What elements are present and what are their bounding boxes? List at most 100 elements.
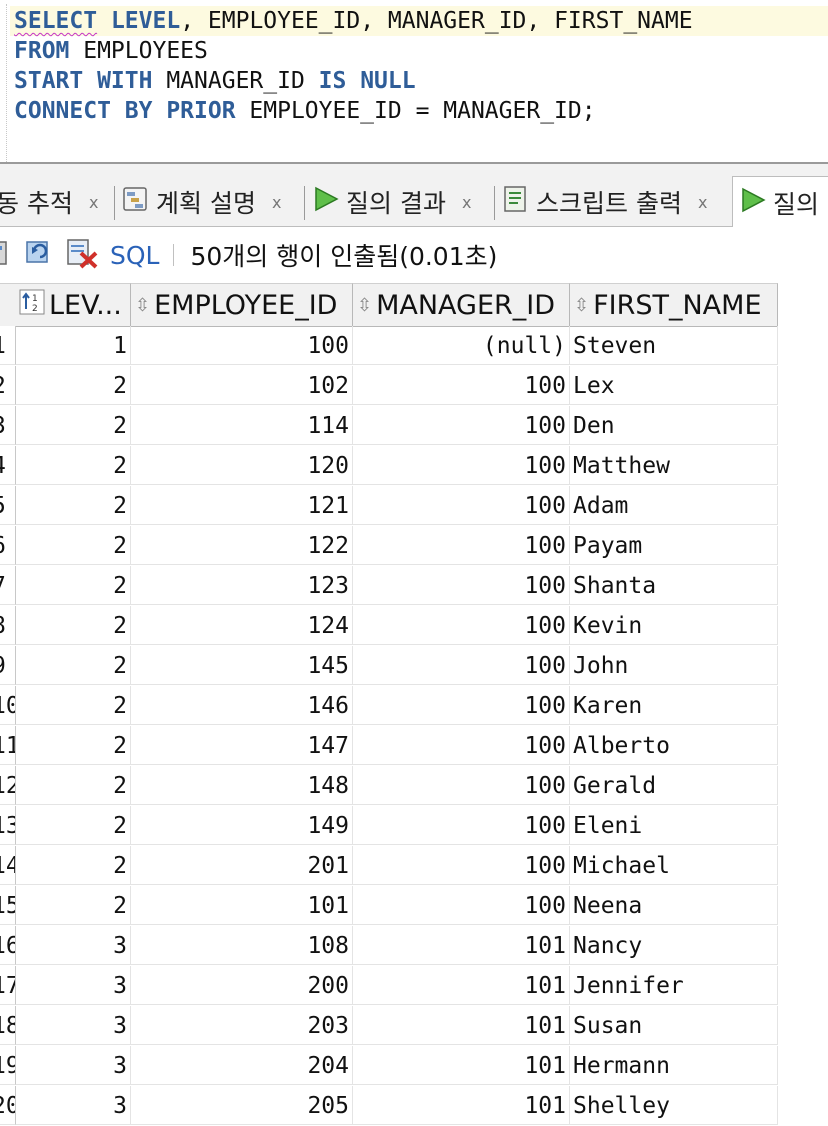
cell-level[interactable]: 2 [16, 366, 131, 405]
tab-query-result[interactable]: 질의 결과 x [312, 178, 471, 226]
cell-manager-id[interactable]: 100 [353, 406, 570, 445]
row-number[interactable]: 19 [0, 1046, 16, 1085]
table-row[interactable]: 163108101Nancy [0, 926, 828, 966]
row-number[interactable]: 16 [0, 926, 16, 965]
cell-level[interactable]: 3 [16, 1006, 131, 1045]
cell-level[interactable]: 3 [16, 1046, 131, 1085]
tab-explain-plan[interactable]: 계획 설명 x [122, 178, 281, 226]
cell-first-name[interactable]: Payam [570, 526, 778, 565]
cell-employee-id[interactable]: 204 [131, 1046, 353, 1085]
cell-manager-id[interactable]: 101 [353, 1086, 570, 1125]
cell-manager-id[interactable]: 100 [353, 486, 570, 525]
cell-employee-id[interactable]: 101 [131, 886, 353, 925]
cell-manager-id[interactable]: 101 [353, 1006, 570, 1045]
cell-first-name[interactable]: Lex [570, 366, 778, 405]
cell-first-name[interactable]: Steven [570, 326, 778, 365]
cell-employee-id[interactable]: 114 [131, 406, 353, 445]
row-number[interactable]: 3 [0, 406, 16, 445]
cell-first-name[interactable]: Hermann [570, 1046, 778, 1085]
row-number[interactable]: 11 [0, 726, 16, 765]
cell-level[interactable]: 2 [16, 806, 131, 845]
code-line[interactable]: CONNECT BY PRIOR EMPLOYEE_ID = MANAGER_I… [14, 96, 596, 126]
cell-employee-id[interactable]: 120 [131, 446, 353, 485]
cell-first-name[interactable]: Jennifer [570, 966, 778, 1005]
row-number[interactable]: 2 [0, 366, 16, 405]
row-number[interactable]: 17 [0, 966, 16, 1005]
cell-first-name[interactable]: Neena [570, 886, 778, 925]
row-number[interactable]: 14 [0, 846, 16, 885]
cell-manager-id[interactable]: 100 [353, 886, 570, 925]
row-number[interactable]: 6 [0, 526, 16, 565]
cell-first-name[interactable]: Gerald [570, 766, 778, 805]
cell-level[interactable]: 2 [16, 486, 131, 525]
cell-employee-id[interactable]: 124 [131, 606, 353, 645]
table-row[interactable]: 112147100Alberto [0, 726, 828, 766]
cell-employee-id[interactable]: 108 [131, 926, 353, 965]
close-icon[interactable]: x [89, 193, 98, 212]
cell-first-name[interactable]: Den [570, 406, 778, 445]
cell-first-name[interactable]: Nancy [570, 926, 778, 965]
cell-manager-id[interactable]: 100 [353, 566, 570, 605]
tab-autotrace[interactable]: 동 추적 x [0, 178, 98, 226]
cell-level[interactable]: 2 [16, 446, 131, 485]
row-number[interactable]: 8 [0, 606, 16, 645]
close-icon[interactable]: x [698, 193, 707, 212]
row-number[interactable]: 4 [0, 446, 16, 485]
cell-level[interactable]: 3 [16, 1086, 131, 1125]
row-number[interactable]: 15 [0, 886, 16, 925]
table-row[interactable]: 152101100Neena [0, 886, 828, 926]
row-number-header[interactable] [0, 283, 17, 327]
cell-employee-id[interactable]: 200 [131, 966, 353, 1005]
table-row[interactable]: 132149100Eleni [0, 806, 828, 846]
sql-editor[interactable]: SELECT LEVEL, EMPLOYEE_ID, MANAGER_ID, F… [0, 0, 828, 162]
table-row[interactable]: 203205101Shelley [0, 1086, 828, 1126]
tab-script-output[interactable]: 스크립트 출력 x [502, 178, 707, 226]
cancel-fetch-icon[interactable] [66, 237, 100, 273]
table-row[interactable]: 92145100John [0, 646, 828, 686]
cell-first-name[interactable]: Michael [570, 846, 778, 885]
cell-level[interactable]: 2 [16, 606, 131, 645]
cell-employee-id[interactable]: 201 [131, 846, 353, 885]
table-row[interactable]: 173200101Jennifer [0, 966, 828, 1006]
column-header-level[interactable]: 1 2 LEV... [16, 283, 131, 327]
cell-level[interactable]: 2 [16, 526, 131, 565]
cell-employee-id[interactable]: 205 [131, 1086, 353, 1125]
cell-first-name[interactable]: Shelley [570, 1086, 778, 1125]
cell-manager-id[interactable]: 100 [353, 646, 570, 685]
sort-icon[interactable]: ⇳ [357, 295, 372, 316]
cell-employee-id[interactable]: 123 [131, 566, 353, 605]
table-row[interactable]: 122148100Gerald [0, 766, 828, 806]
cell-first-name[interactable]: Adam [570, 486, 778, 525]
table-row[interactable]: 102146100Karen [0, 686, 828, 726]
cell-manager-id[interactable]: 100 [353, 446, 570, 485]
close-icon[interactable]: x [462, 193, 471, 212]
row-number[interactable]: 1 [0, 326, 16, 365]
cell-level[interactable]: 3 [16, 966, 131, 1005]
cell-manager-id[interactable]: 100 [353, 686, 570, 725]
table-row[interactable]: 183203101Susan [0, 1006, 828, 1046]
code-line[interactable]: SELECT LEVEL, EMPLOYEE_ID, MANAGER_ID, F… [10, 6, 828, 36]
cell-manager-id[interactable]: 100 [353, 846, 570, 885]
cell-first-name[interactable]: John [570, 646, 778, 685]
cell-employee-id[interactable]: 149 [131, 806, 353, 845]
cell-employee-id[interactable]: 147 [131, 726, 353, 765]
cell-first-name[interactable]: Shanta [570, 566, 778, 605]
table-row[interactable]: 82124100Kevin [0, 606, 828, 646]
row-number[interactable]: 9 [0, 646, 16, 685]
cell-first-name[interactable]: Kevin [570, 606, 778, 645]
table-row[interactable]: 22102100Lex [0, 366, 828, 406]
cell-manager-id[interactable]: 100 [353, 366, 570, 405]
column-header-employee-id[interactable]: ⇳ EMPLOYEE_ID [131, 283, 353, 327]
cell-level[interactable]: 2 [16, 406, 131, 445]
cell-employee-id[interactable]: 148 [131, 766, 353, 805]
cell-employee-id[interactable]: 146 [131, 686, 353, 725]
table-row[interactable]: 42120100Matthew [0, 446, 828, 486]
cell-manager-id[interactable]: 100 [353, 526, 570, 565]
cell-level[interactable]: 2 [16, 686, 131, 725]
column-header-first-name[interactable]: ⇳ FIRST_NAME [570, 283, 778, 327]
cell-first-name[interactable]: Alberto [570, 726, 778, 765]
sql-link[interactable]: SQL [110, 241, 159, 270]
cell-level[interactable]: 2 [16, 886, 131, 925]
cell-level[interactable]: 2 [16, 766, 131, 805]
table-row[interactable]: 72123100Shanta [0, 566, 828, 606]
